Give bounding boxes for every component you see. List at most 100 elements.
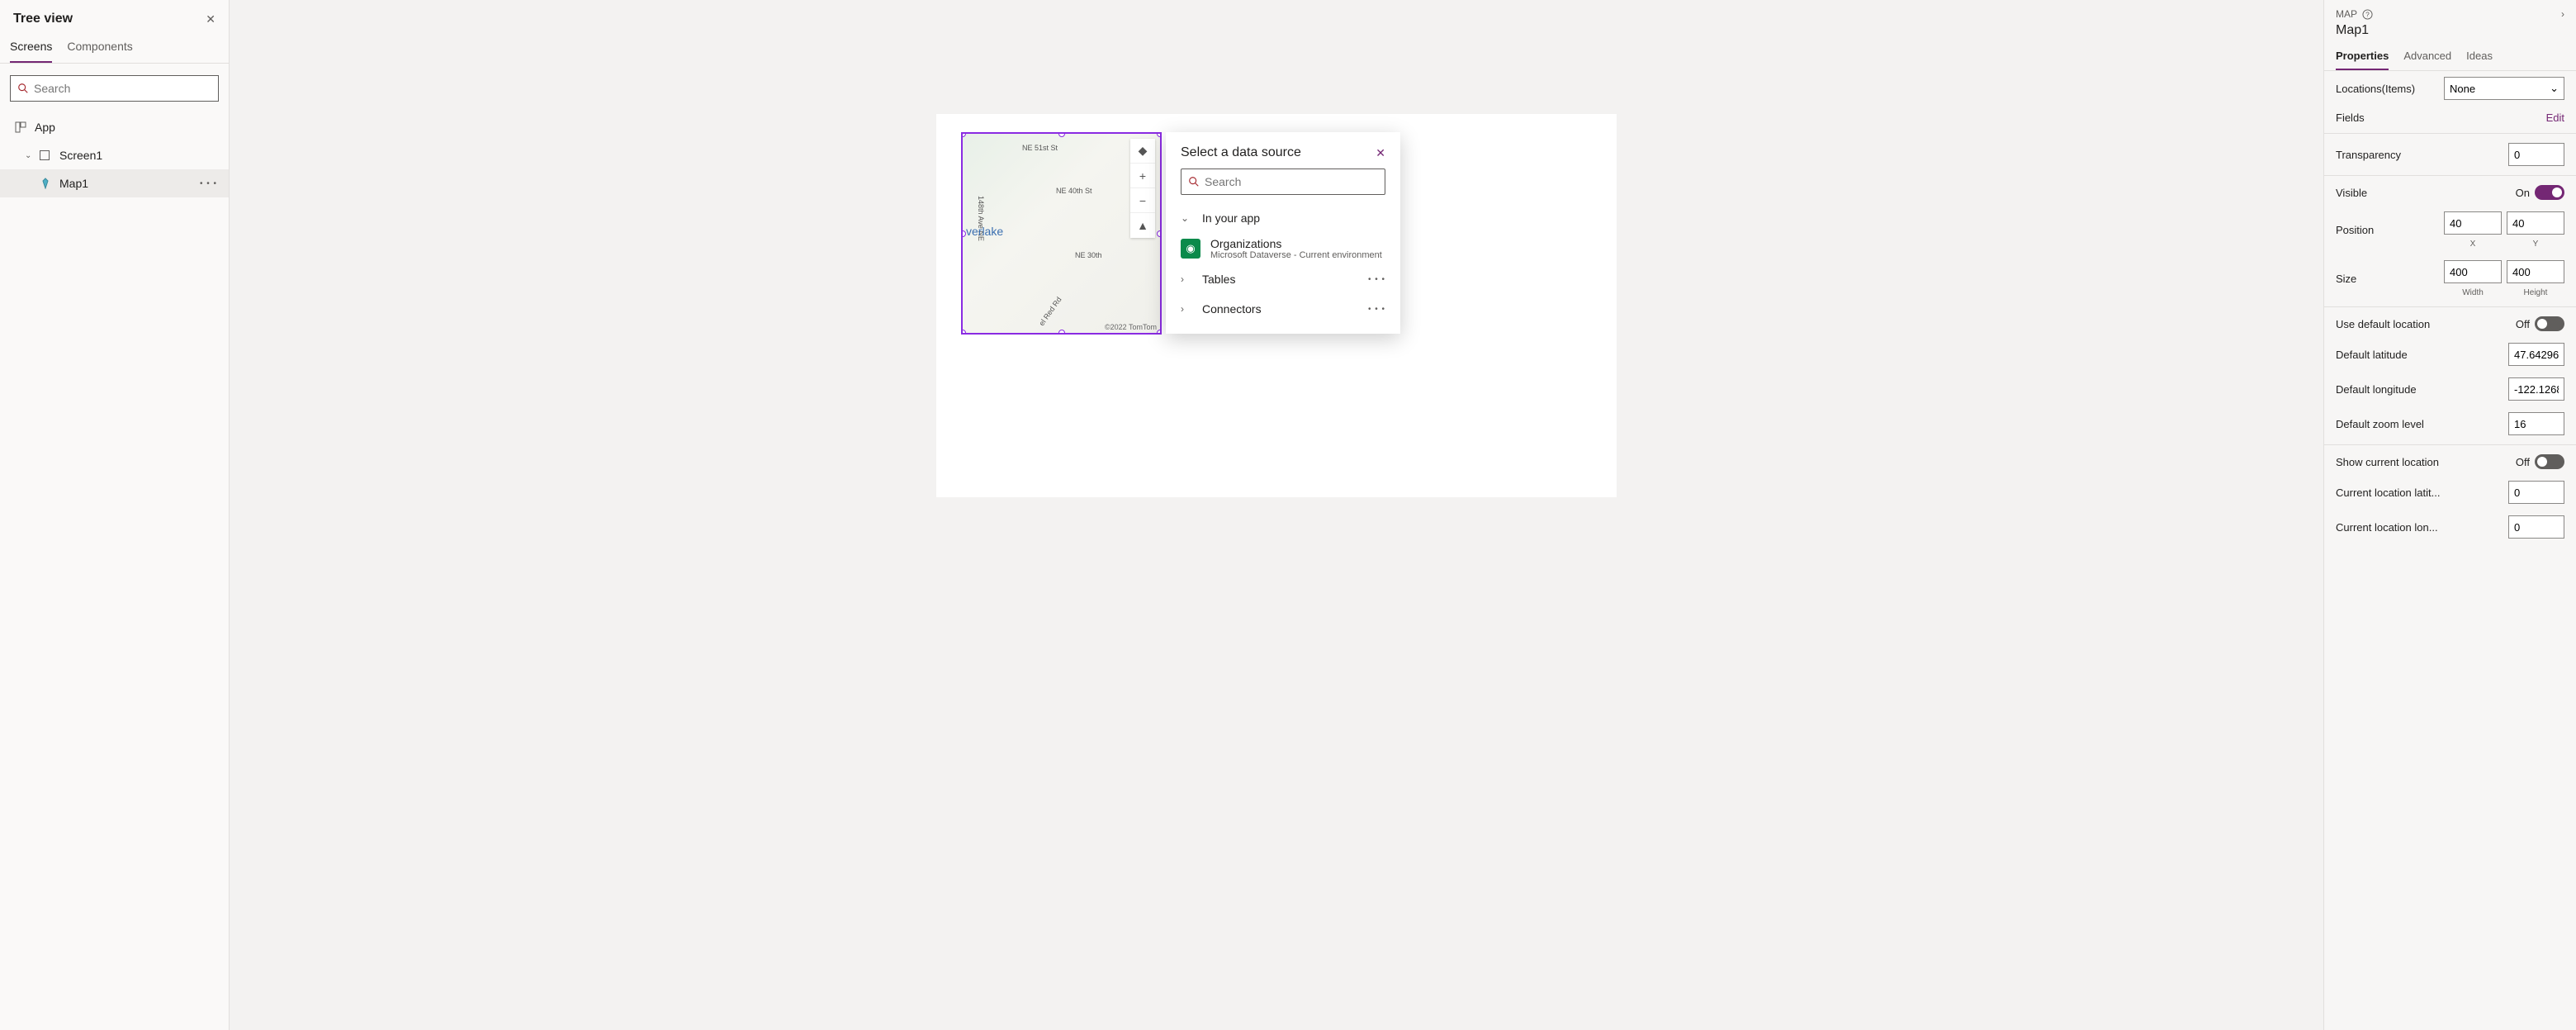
- default-lat-input[interactable]: [2508, 343, 2564, 366]
- chevron-down-icon[interactable]: ⌄: [25, 151, 33, 160]
- help-icon[interactable]: ?: [2362, 9, 2373, 20]
- position-y: Y: [2507, 211, 2564, 249]
- sub-label: Y: [2533, 240, 2539, 249]
- more-icon[interactable]: • • •: [1368, 305, 1385, 314]
- chevron-down-icon: ⌄: [1181, 212, 1191, 224]
- prop-tab-ideas[interactable]: Ideas: [2466, 43, 2493, 70]
- prop-row-locations: Locations(Items) None ⌄: [2324, 71, 2576, 106]
- tree-search-input[interactable]: [34, 82, 211, 95]
- datasource-popup: Select a data source ✕ ⌄ In your app ◉ O…: [1166, 132, 1400, 334]
- position-x-input[interactable]: [2444, 211, 2502, 235]
- tree-search-box[interactable]: [10, 75, 219, 102]
- switch-icon[interactable]: [2535, 454, 2564, 469]
- width-input[interactable]: [2444, 260, 2502, 283]
- artboard[interactable]: NE 51st St NE 40th St NE 30th el Red Rd …: [936, 114, 1617, 497]
- ds-item-sub: Microsoft Dataverse - Current environmen…: [1210, 250, 1382, 260]
- visible-toggle[interactable]: On: [2516, 185, 2564, 200]
- prop-label: Use default location: [2336, 318, 2430, 330]
- ds-section-label: In your app: [1202, 211, 1260, 225]
- tree-item-label: Screen1: [59, 149, 102, 162]
- map-north-button[interactable]: ◆: [1130, 139, 1155, 164]
- prop-label: Locations(Items): [2336, 83, 2415, 95]
- selection-handle[interactable]: [1058, 132, 1065, 137]
- map-attribution: ©2022 TomTom: [1105, 323, 1157, 331]
- map-icon: [40, 178, 53, 189]
- selection-handle[interactable]: [1157, 330, 1162, 335]
- map-pitch-button[interactable]: ▲: [1130, 213, 1155, 238]
- search-icon: [1188, 176, 1200, 187]
- sub-label: X: [2470, 240, 2476, 249]
- ds-section-inapp[interactable]: ⌄ In your app: [1166, 203, 1400, 233]
- selection-handle[interactable]: [1058, 330, 1065, 335]
- switch-icon[interactable]: [2535, 316, 2564, 331]
- prop-row-fields: Fields Edit: [2324, 106, 2576, 130]
- chevron-right-icon[interactable]: ›: [2561, 8, 2564, 20]
- tree-item-map[interactable]: Map1 • • •: [0, 169, 229, 197]
- prop-label: Current location latit...: [2336, 487, 2440, 499]
- prop-label: Current location lon...: [2336, 521, 2438, 534]
- map-control[interactable]: NE 51st St NE 40th St NE 30th el Red Rd …: [961, 132, 1162, 335]
- edit-fields-link[interactable]: Edit: [2546, 112, 2564, 124]
- map-zoom-in-button[interactable]: +: [1130, 164, 1155, 188]
- use-default-location-toggle[interactable]: Off: [2516, 316, 2564, 331]
- select-value: None: [2450, 83, 2475, 95]
- datasource-search-input[interactable]: [1205, 175, 1378, 188]
- chevron-down-icon: ⌄: [2550, 82, 2559, 95]
- prop-tab-advanced[interactable]: Advanced: [2403, 43, 2451, 70]
- map-zoom-out-button[interactable]: −: [1130, 188, 1155, 213]
- height-input[interactable]: [2507, 260, 2564, 283]
- more-icon[interactable]: • • •: [1368, 275, 1385, 284]
- prop-label: Show current location: [2336, 456, 2439, 468]
- current-lat-input[interactable]: [2508, 481, 2564, 504]
- tree-item-app[interactable]: App: [0, 113, 229, 141]
- chevron-right-icon: ›: [1181, 303, 1191, 315]
- current-lon-input[interactable]: [2508, 515, 2564, 539]
- transparency-input[interactable]: [2508, 143, 2564, 166]
- datasource-search[interactable]: [1181, 169, 1385, 195]
- prop-body: Locations(Items) None ⌄ Fields Edit Tran…: [2324, 71, 2576, 1030]
- tree-title: Tree view: [13, 12, 73, 26]
- selection-handle[interactable]: [1157, 132, 1162, 137]
- selection-handle[interactable]: [1157, 230, 1162, 237]
- prop-top: MAP ? ›: [2324, 0, 2576, 23]
- properties-panel: MAP ? › Map1 Properties Advanced Ideas L…: [2323, 0, 2576, 1030]
- prop-label: Size: [2336, 273, 2356, 285]
- tab-components[interactable]: Components: [67, 40, 132, 63]
- tab-screens[interactable]: Screens: [10, 40, 52, 63]
- ds-item-texts: Organizations Microsoft Dataverse - Curr…: [1210, 237, 1382, 260]
- tree-item-screen[interactable]: ⌄ Screen1: [0, 141, 229, 169]
- prop-row-transparency: Transparency: [2324, 137, 2576, 172]
- close-icon[interactable]: ✕: [206, 12, 215, 26]
- locations-select[interactable]: None ⌄: [2444, 77, 2564, 100]
- toggle-state: Off: [2516, 456, 2530, 468]
- toggle-state: On: [2516, 187, 2530, 199]
- default-lon-input[interactable]: [2508, 377, 2564, 401]
- prop-kind-text: MAP: [2336, 8, 2357, 20]
- default-zoom-input[interactable]: [2508, 412, 2564, 435]
- ds-item-name: Organizations: [1210, 237, 1382, 250]
- position-inputs: X Y: [2444, 211, 2564, 249]
- switch-icon[interactable]: [2535, 185, 2564, 200]
- close-icon[interactable]: ✕: [1376, 146, 1385, 160]
- separator: [2324, 444, 2576, 445]
- ds-section-connectors[interactable]: › Connectors • • •: [1166, 294, 1400, 324]
- map-road-label: NE 40th St: [1056, 187, 1092, 195]
- prop-row-use-default-location: Use default location Off: [2324, 311, 2576, 337]
- prop-name: Map1: [2324, 23, 2576, 43]
- selection-handle[interactable]: [961, 330, 966, 335]
- ds-section-tables[interactable]: › Tables • • •: [1166, 264, 1400, 294]
- tree-item-label: Map1: [59, 177, 88, 190]
- prop-label: Transparency: [2336, 149, 2401, 161]
- position-y-input[interactable]: [2507, 211, 2564, 235]
- ds-section-label: Tables: [1202, 273, 1235, 286]
- show-current-location-toggle[interactable]: Off: [2516, 454, 2564, 469]
- selection-handle[interactable]: [961, 230, 966, 237]
- prop-tab-properties[interactable]: Properties: [2336, 43, 2389, 70]
- more-icon[interactable]: • • •: [200, 179, 217, 188]
- map-road-label: el Red Rd: [1037, 296, 1063, 328]
- size-inputs: Width Height: [2444, 260, 2564, 297]
- canvas[interactable]: NE 51st St NE 40th St NE 30th el Red Rd …: [230, 0, 2323, 1030]
- datasource-header: Select a data source ✕: [1166, 132, 1400, 169]
- separator: [2324, 306, 2576, 307]
- ds-item-organizations[interactable]: ◉ Organizations Microsoft Dataverse - Cu…: [1166, 233, 1400, 264]
